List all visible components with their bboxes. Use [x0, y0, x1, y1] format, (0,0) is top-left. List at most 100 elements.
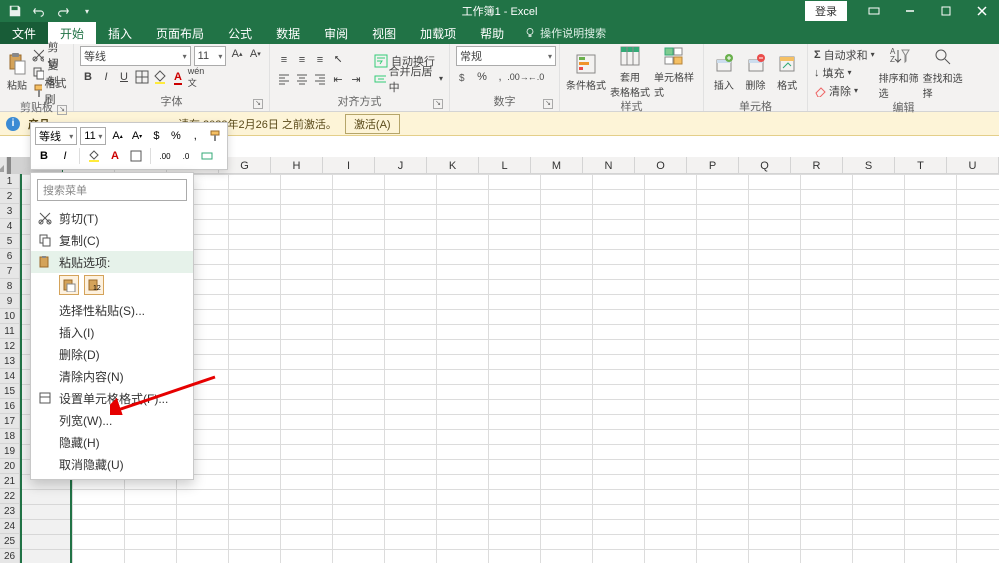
column-header-N[interactable]: N [583, 157, 635, 174]
row-header-14[interactable]: 14 [0, 369, 20, 384]
row-header-13[interactable]: 13 [0, 354, 20, 369]
redo-icon[interactable] [54, 2, 72, 20]
row-header-26[interactable]: 26 [0, 549, 20, 563]
increase-font-icon[interactable]: A▴ [229, 46, 244, 62]
column-header-H[interactable]: H [271, 157, 323, 174]
mini-merge-icon[interactable] [198, 147, 216, 165]
sort-filter-button[interactable]: AZ排序和筛选 [879, 47, 919, 99]
ctx-cut[interactable]: 剪切(T) [31, 207, 193, 229]
mini-border-icon[interactable] [127, 147, 145, 165]
cell-styles-button[interactable]: 单元格样式 [654, 46, 694, 98]
fill-color-icon[interactable] [152, 69, 168, 85]
align-left-icon[interactable] [276, 71, 292, 87]
row-header-25[interactable]: 25 [0, 534, 20, 549]
row-header-12[interactable]: 12 [0, 339, 20, 354]
column-header-I[interactable]: I [323, 157, 375, 174]
table-format-button[interactable]: 套用 表格格式 [610, 46, 650, 98]
row-header-10[interactable]: 10 [0, 309, 20, 324]
context-search-input[interactable]: 搜索菜单 [37, 179, 187, 201]
column-header-O[interactable]: O [635, 157, 687, 174]
row-header-20[interactable]: 20 [0, 459, 20, 474]
qat-customize-icon[interactable]: ▾ [78, 2, 96, 20]
row-headers[interactable]: 1234567891011121314151617181920212223242… [0, 174, 20, 563]
tab-formulas[interactable]: 公式 [216, 22, 264, 44]
orientation-icon[interactable]: ⭦ [330, 52, 346, 68]
mini-font-color-icon[interactable]: A [106, 147, 124, 165]
font-launcher[interactable]: ↘ [253, 99, 263, 109]
undo-icon[interactable] [30, 2, 48, 20]
autosum-button[interactable]: Σ自动求和▾ [814, 46, 875, 63]
row-header-15[interactable]: 15 [0, 384, 20, 399]
row-header-17[interactable]: 17 [0, 414, 20, 429]
align-launcher[interactable]: ↘ [433, 99, 443, 109]
row-header-24[interactable]: 24 [0, 519, 20, 534]
row-header-19[interactable]: 19 [0, 444, 20, 459]
comma-icon[interactable]: , [492, 69, 508, 85]
tab-file[interactable]: 文件 [0, 22, 48, 44]
mini-dec-decimal-icon[interactable]: .0 [177, 147, 195, 165]
mini-italic-icon[interactable]: I [56, 147, 74, 165]
percent-icon[interactable]: % [474, 69, 490, 85]
ctx-copy[interactable]: 复制(C) [31, 229, 193, 251]
paste-button[interactable]: 粘贴 [6, 47, 28, 99]
clipboard-launcher[interactable]: ↘ [57, 105, 67, 115]
tab-addins[interactable]: 加载项 [408, 22, 468, 44]
row-header-9[interactable]: 9 [0, 294, 20, 309]
clear-button[interactable]: 清除▾ [814, 82, 875, 99]
tab-help[interactable]: 帮助 [468, 22, 516, 44]
row-header-21[interactable]: 21 [0, 474, 20, 489]
ribbon-display-icon[interactable] [857, 0, 891, 22]
fill-button[interactable]: ↓填充▾ [814, 64, 875, 81]
column-header-M[interactable]: M [531, 157, 583, 174]
increase-decimal-icon[interactable]: .00→ [510, 69, 526, 85]
mini-increase-font-icon[interactable]: A▴ [109, 127, 125, 145]
mini-fill-color-icon[interactable] [85, 147, 103, 165]
column-header-S[interactable]: S [843, 157, 895, 174]
number-launcher[interactable]: ↘ [543, 99, 553, 109]
row-header-5[interactable]: 5 [0, 234, 20, 249]
tab-insert[interactable]: 插入 [96, 22, 144, 44]
ctx-unhide[interactable]: 取消隐藏(U) [31, 453, 193, 475]
column-header-L[interactable]: L [479, 157, 531, 174]
format-painter-button[interactable]: 格式刷 [32, 82, 67, 99]
ctx-format-cells[interactable]: 设置单元格格式(F)... [31, 387, 193, 409]
font-size-combo[interactable]: 11▾ [194, 46, 227, 66]
row-header-8[interactable]: 8 [0, 279, 20, 294]
column-header-P[interactable]: P [687, 157, 739, 174]
border-icon[interactable] [134, 69, 150, 85]
mini-bold-icon[interactable]: B [35, 147, 53, 165]
cond-format-button[interactable]: 条件格式 [566, 46, 606, 98]
align-center-icon[interactable] [294, 71, 310, 87]
column-header-R[interactable]: R [791, 157, 843, 174]
row-header-16[interactable]: 16 [0, 399, 20, 414]
ctx-delete[interactable]: 删除(D) [31, 343, 193, 365]
increase-indent-icon[interactable]: ⇥ [348, 71, 364, 87]
mini-percent-icon[interactable]: % [168, 127, 184, 145]
minimize-icon[interactable] [893, 0, 927, 22]
row-header-18[interactable]: 18 [0, 429, 20, 444]
tab-view[interactable]: 视图 [360, 22, 408, 44]
phonetic-icon[interactable]: wén文 [188, 69, 204, 85]
maximize-icon[interactable] [929, 0, 963, 22]
align-bottom-icon[interactable]: ≡ [312, 52, 328, 68]
save-icon[interactable] [6, 2, 24, 20]
ctx-insert[interactable]: 插入(I) [31, 321, 193, 343]
font-color-icon[interactable]: A [170, 69, 186, 85]
column-header-T[interactable]: T [895, 157, 947, 174]
tell-me-search[interactable]: 操作说明搜索 [524, 22, 606, 44]
decrease-indent-icon[interactable]: ⇤ [330, 71, 346, 87]
row-header-23[interactable]: 23 [0, 504, 20, 519]
ctx-column-width[interactable]: 列宽(W)... [31, 409, 193, 431]
ctx-paste-special[interactable]: 选择性粘贴(S)... [31, 299, 193, 321]
column-header-K[interactable]: K [427, 157, 479, 174]
underline-icon[interactable]: U [116, 69, 132, 85]
insert-cells-button[interactable]: 插入 [710, 46, 738, 98]
italic-icon[interactable]: I [98, 69, 114, 85]
align-top-icon[interactable]: ≡ [276, 52, 292, 68]
row-header-1[interactable]: 1 [0, 174, 20, 189]
row-header-22[interactable]: 22 [0, 489, 20, 504]
format-cells-button[interactable]: 格式 [773, 46, 801, 98]
tab-layout[interactable]: 页面布局 [144, 22, 216, 44]
decrease-font-icon[interactable]: A▾ [248, 46, 263, 62]
find-select-button[interactable]: 查找和选择 [923, 47, 963, 99]
